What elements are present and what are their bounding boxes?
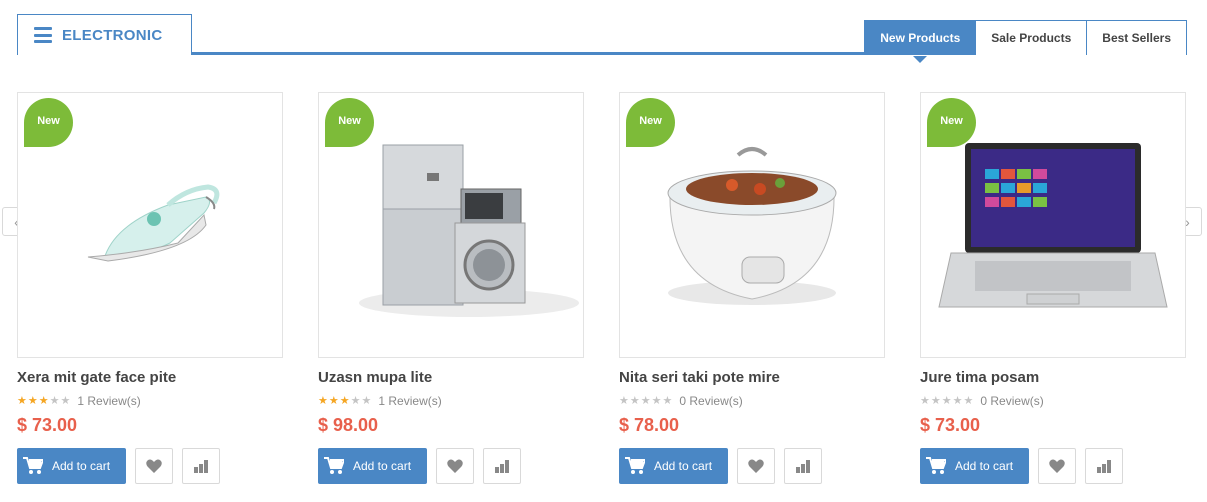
product-image-link[interactable]: New	[318, 92, 584, 358]
review-count[interactable]: 1 Review(s)	[77, 394, 140, 408]
compare-button[interactable]	[182, 448, 220, 484]
compare-button[interactable]	[784, 448, 822, 484]
heart-icon	[1049, 459, 1065, 473]
cart-icon	[625, 457, 645, 474]
star-empty-icon: ★	[651, 394, 662, 407]
bar-chart-icon	[1097, 460, 1111, 473]
star-empty-icon: ★	[629, 394, 640, 407]
product-card: New Jure tima posam ★ ★ ★ ★ ★ 0 Review(s) $ …	[920, 92, 1186, 484]
product-rating: ★ ★ ★ ★ ★ 1 Review(s)	[318, 394, 584, 408]
product-actions: Add to cart	[318, 448, 584, 484]
product-price: $ 73.00	[920, 415, 981, 435]
star-empty-icon: ★	[350, 394, 361, 407]
add-to-cart-button[interactable]: Add to cart	[318, 448, 427, 484]
product-actions: Add to cart	[619, 448, 885, 484]
star-empty-icon: ★	[49, 394, 60, 407]
star-empty-icon: ★	[640, 394, 651, 407]
star-rating-icon: ★ ★ ★ ★ ★	[318, 394, 372, 407]
star-empty-icon: ★	[361, 394, 372, 407]
wishlist-button[interactable]	[436, 448, 474, 484]
product-name[interactable]: Jure tima posam	[920, 369, 1186, 386]
review-count[interactable]: 0 Review(s)	[679, 394, 742, 408]
cart-icon	[324, 457, 344, 474]
cart-icon	[23, 457, 43, 474]
star-rating-icon: ★ ★ ★ ★ ★	[17, 394, 71, 407]
product-rating: ★ ★ ★ ★ ★ 1 Review(s)	[17, 394, 283, 408]
product-name[interactable]: Uzasn mupa lite	[318, 369, 584, 386]
product-price: $ 98.00	[318, 415, 379, 435]
new-badge: New	[24, 98, 73, 147]
star-rating-icon: ★ ★ ★ ★ ★	[619, 394, 673, 407]
product-price: $ 73.00	[17, 415, 78, 435]
tab-best-sellers[interactable]: Best Sellers	[1087, 20, 1187, 55]
star-empty-icon: ★	[941, 394, 952, 407]
product-card: New Xera mit gate face pite ★ ★ ★ ★ ★ 1 Revi…	[17, 92, 283, 484]
category-title: ELECTRONIC	[62, 26, 163, 44]
product-image-link[interactable]: New	[17, 92, 283, 358]
star-empty-icon: ★	[930, 394, 941, 407]
heart-icon	[146, 459, 162, 473]
product-actions: Add to cart	[920, 448, 1186, 484]
star-filled-icon: ★	[38, 394, 49, 407]
bar-chart-icon	[495, 460, 509, 473]
add-to-cart-label: Add to cart	[654, 459, 713, 473]
star-empty-icon: ★	[920, 394, 930, 407]
star-empty-icon: ★	[60, 394, 71, 407]
add-to-cart-label: Add to cart	[353, 459, 412, 473]
tab-sale-products[interactable]: Sale Products	[976, 20, 1088, 55]
star-filled-icon: ★	[17, 394, 27, 407]
star-empty-icon: ★	[662, 394, 673, 407]
wishlist-button[interactable]	[1038, 448, 1076, 484]
new-badge: New	[325, 98, 374, 147]
hamburger-menu-icon[interactable]	[34, 27, 52, 43]
tab-new-products[interactable]: New Products	[864, 20, 977, 63]
product-image-link[interactable]: New	[920, 92, 1186, 358]
star-empty-icon: ★	[963, 394, 974, 407]
add-to-cart-button[interactable]: Add to cart	[920, 448, 1029, 484]
star-empty-icon: ★	[952, 394, 963, 407]
product-card: New Uzasn mupa lite ★ ★ ★ ★ ★ 1 Review(s) $ …	[318, 92, 584, 484]
product-rating: ★ ★ ★ ★ ★ 0 Review(s)	[619, 394, 885, 408]
bar-chart-icon	[796, 460, 810, 473]
new-badge: New	[626, 98, 675, 147]
product-image-link[interactable]: New	[619, 92, 885, 358]
star-filled-icon: ★	[339, 394, 350, 407]
add-to-cart-button[interactable]: Add to cart	[619, 448, 728, 484]
product-price: $ 78.00	[619, 415, 680, 435]
add-to-cart-label: Add to cart	[52, 459, 111, 473]
category-menu[interactable]: ELECTRONIC	[17, 14, 192, 55]
heart-icon	[447, 459, 463, 473]
product-rating: ★ ★ ★ ★ ★ 0 Review(s)	[920, 394, 1186, 408]
add-to-cart-label: Add to cart	[955, 459, 1014, 473]
compare-button[interactable]	[1085, 448, 1123, 484]
section-header: ELECTRONIC New Products Sale Products Be…	[17, 14, 1187, 63]
wishlist-button[interactable]	[135, 448, 173, 484]
review-count[interactable]: 1 Review(s)	[378, 394, 441, 408]
add-to-cart-button[interactable]: Add to cart	[17, 448, 126, 484]
wishlist-button[interactable]	[737, 448, 775, 484]
product-name[interactable]: Nita seri taki pote mire	[619, 369, 885, 386]
product-name[interactable]: Xera mit gate face pite	[17, 369, 283, 386]
heart-icon	[748, 459, 764, 473]
product-card: New Nita seri taki pote mire ★ ★ ★ ★ ★ 0 Rev…	[619, 92, 885, 484]
product-actions: Add to cart	[17, 448, 283, 484]
star-filled-icon: ★	[27, 394, 38, 407]
star-empty-icon: ★	[619, 394, 629, 407]
cart-icon	[926, 457, 946, 474]
bar-chart-icon	[194, 460, 208, 473]
star-filled-icon: ★	[318, 394, 328, 407]
star-rating-icon: ★ ★ ★ ★ ★	[920, 394, 974, 407]
compare-button[interactable]	[483, 448, 521, 484]
new-badge: New	[927, 98, 976, 147]
product-tabs: New Products Sale Products Best Sellers	[864, 20, 1187, 63]
review-count[interactable]: 0 Review(s)	[980, 394, 1043, 408]
star-filled-icon: ★	[328, 394, 339, 407]
